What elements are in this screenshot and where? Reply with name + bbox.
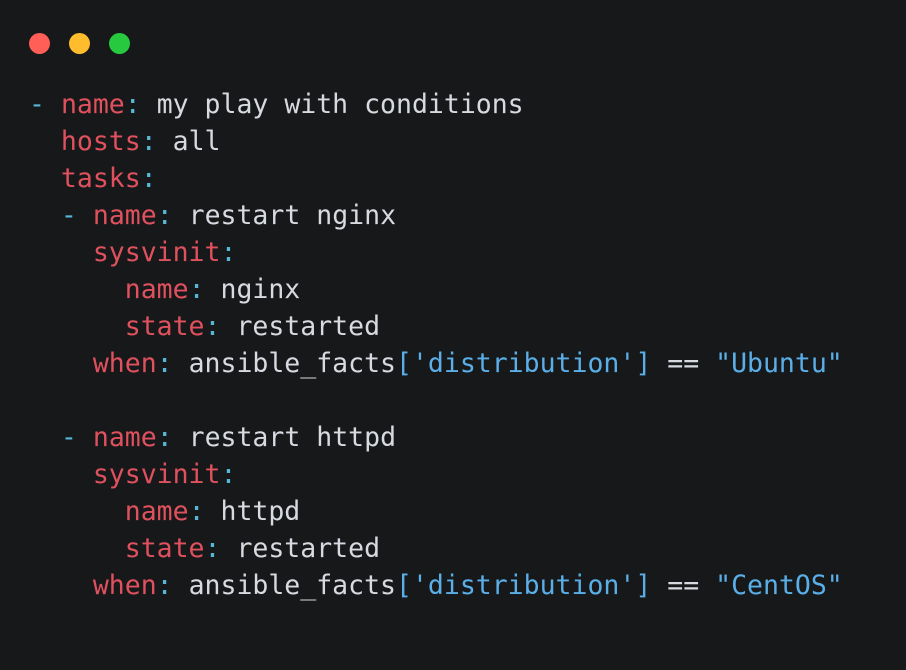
code-token-str: "CentOS": [715, 570, 843, 601]
code-token-punct: :: [156, 422, 173, 453]
code-line: when: ansible_facts['distribution'] == "…: [29, 567, 906, 604]
code-line: - name: restart nginx: [29, 197, 906, 234]
code-token-punct: :: [220, 459, 237, 490]
code-line: state: restarted: [29, 530, 906, 567]
code-token-key: hosts: [60, 126, 141, 157]
code-token-key: sysvinit: [92, 459, 221, 490]
code-token-key: name: [92, 200, 157, 231]
code-line: hosts: all: [29, 123, 906, 160]
code-token-plain: ==: [651, 348, 716, 379]
code-token-punct: :: [188, 274, 205, 305]
code-token-punct: :: [140, 126, 157, 157]
code-token-punct: :: [156, 348, 173, 379]
code-line: when: ansible_facts['distribution'] == "…: [29, 345, 906, 382]
code-token-punct: :: [204, 533, 221, 564]
code-token-str: ['distribution']: [396, 348, 652, 379]
code-token-key: sysvinit: [92, 237, 221, 268]
code-line: sysvinit:: [29, 234, 906, 271]
code-token-punct: -: [29, 89, 45, 120]
code-token-plain: ansible_facts: [172, 570, 396, 601]
code-window: - name: my play with conditions hosts: a…: [0, 0, 906, 670]
code-token-plain: ansible_facts: [172, 348, 396, 379]
code-token-punct: :: [204, 311, 221, 342]
code-token-plain: httpd: [204, 496, 301, 527]
code-token-key: name: [92, 422, 157, 453]
yaml-code-block[interactable]: - name: my play with conditions hosts: a…: [29, 86, 906, 604]
code-token-punct: :: [188, 496, 205, 527]
minimize-button-icon[interactable]: [69, 32, 90, 54]
code-token-key: name: [124, 496, 189, 527]
code-token-plain: my play with conditions: [140, 89, 524, 120]
code-line: - name: restart httpd: [29, 419, 906, 456]
code-token-plain: restarted: [220, 533, 381, 564]
code-token-key: name: [124, 274, 189, 305]
code-token-key: when: [92, 348, 157, 379]
code-line: name: httpd: [29, 493, 906, 530]
code-token-plain: restarted: [220, 311, 381, 342]
code-token-key: state: [124, 311, 205, 342]
code-token-key: state: [124, 533, 205, 564]
code-token-punct: :: [124, 89, 141, 120]
code-token-plain: ==: [651, 570, 716, 601]
code-token-key: when: [92, 570, 157, 601]
code-token-punct: :: [140, 163, 157, 194]
code-token-key: tasks: [60, 163, 141, 194]
code-token-plain: restart nginx: [172, 200, 397, 231]
code-token-punct: -: [60, 422, 77, 453]
code-line: state: restarted: [29, 308, 906, 345]
code-token-punct: -: [60, 200, 77, 231]
code-line: tasks:: [29, 160, 906, 197]
code-token-key: name: [60, 89, 125, 120]
code-token-punct: :: [156, 200, 173, 231]
code-token-plain: all: [156, 126, 221, 157]
code-line: sysvinit:: [29, 456, 906, 493]
code-token-plain: restart httpd: [172, 422, 397, 453]
code-line: - name: my play with conditions: [29, 86, 906, 123]
window-titlebar: [0, 0, 906, 86]
code-line: name: nginx: [29, 271, 906, 308]
code-editor-area[interactable]: - name: my play with conditions hosts: a…: [0, 86, 906, 604]
maximize-button-icon[interactable]: [109, 32, 130, 54]
traffic-light-group: [29, 32, 130, 54]
code-token-str: "Ubuntu": [715, 348, 843, 379]
code-token-plain: nginx: [204, 274, 301, 305]
code-token-punct: :: [156, 570, 173, 601]
code-token-punct: :: [220, 237, 237, 268]
code-token-str: ['distribution']: [396, 570, 652, 601]
close-button-icon[interactable]: [29, 32, 50, 54]
